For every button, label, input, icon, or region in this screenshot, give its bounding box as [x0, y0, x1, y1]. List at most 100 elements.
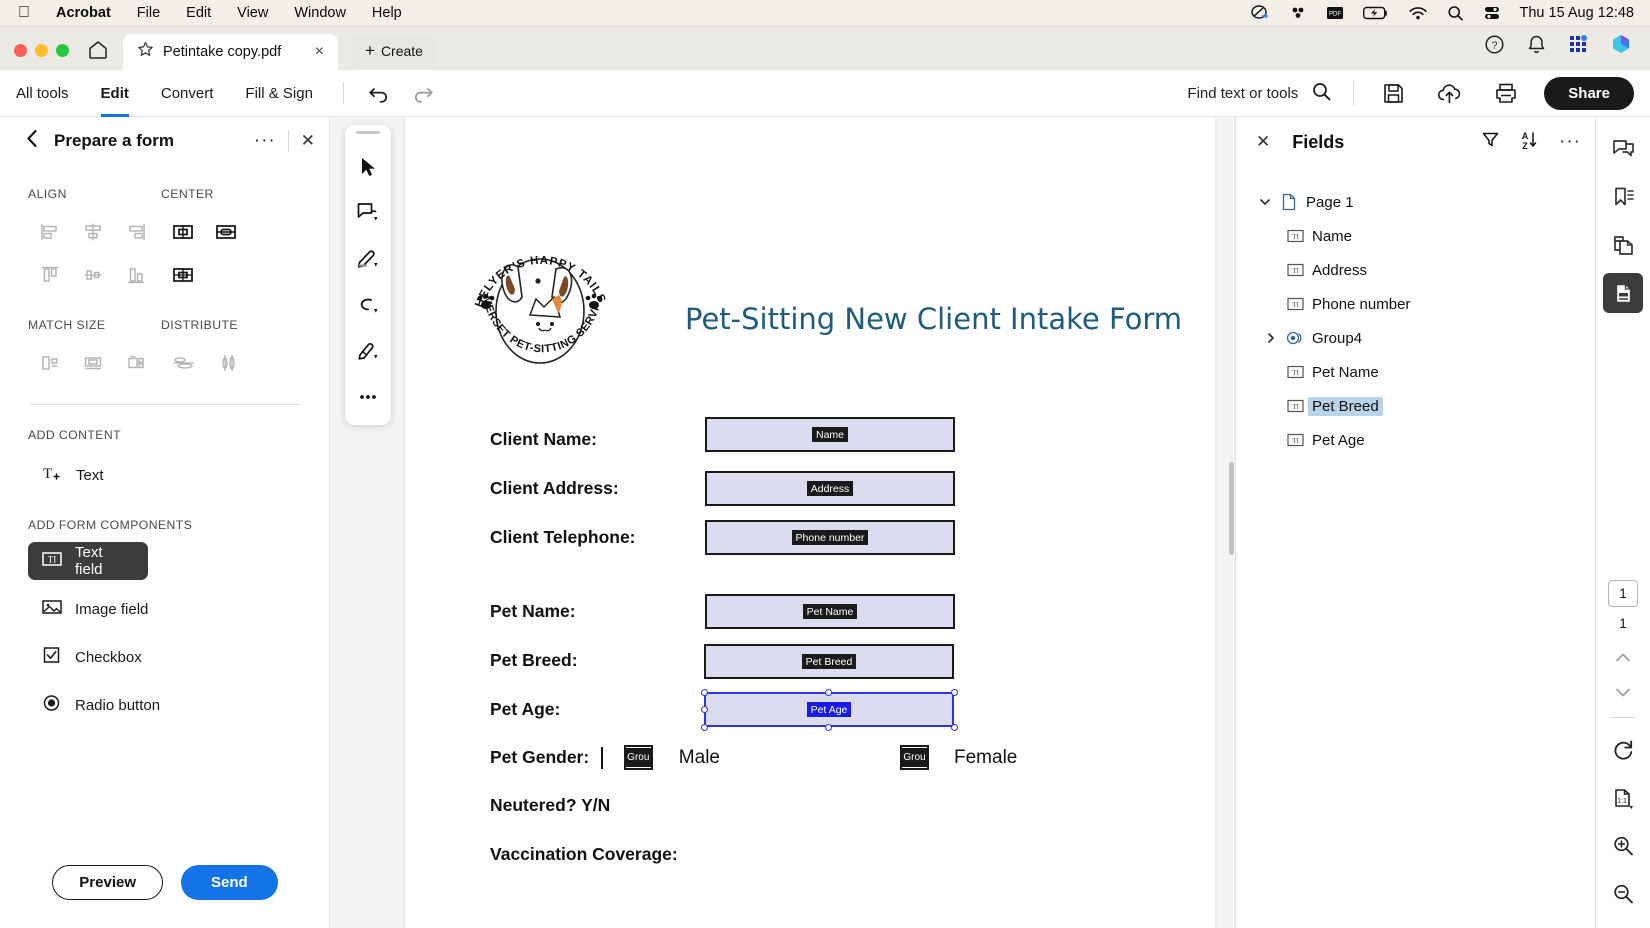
battery-charging-icon[interactable]	[1362, 6, 1389, 20]
tab-convert[interactable]: Convert	[145, 70, 230, 117]
align-middle-vertical-icon[interactable]	[71, 260, 114, 290]
add-text-button[interactable]: T Text	[28, 456, 329, 494]
align-top-icon[interactable]	[28, 260, 71, 290]
undo-icon[interactable]	[358, 84, 401, 103]
apps-grid-icon[interactable]	[1568, 34, 1588, 59]
menu-edit[interactable]: Edit	[186, 5, 211, 21]
sort-az-icon[interactable]: AZ	[1520, 130, 1539, 155]
apple-logo-icon[interactable]: 	[18, 5, 30, 21]
highlighter-pen-icon[interactable]	[348, 236, 388, 282]
help-icon[interactable]: ?	[1484, 34, 1505, 60]
resize-handle-bottom-right[interactable]	[950, 723, 958, 731]
field-name[interactable]: Name	[705, 417, 955, 452]
print-icon[interactable]	[1484, 82, 1528, 105]
menu-window[interactable]: Window	[294, 5, 346, 21]
close-panel-icon[interactable]: ✕	[301, 131, 315, 151]
resize-handle-bottom-center[interactable]	[825, 723, 832, 731]
account-avatar-icon[interactable]	[1610, 33, 1632, 60]
create-button[interactable]: + Create	[352, 36, 436, 66]
share-button[interactable]: Share	[1544, 76, 1634, 110]
tree-node-address[interactable]: TI Address	[1236, 253, 1595, 287]
fill-signature-icon[interactable]	[348, 328, 388, 374]
next-page-button[interactable]	[1605, 675, 1641, 709]
component-image-field[interactable]: Image field	[28, 590, 198, 628]
pdf-icon[interactable]: PDF	[1326, 5, 1344, 21]
align-center-horizontal-icon[interactable]	[71, 217, 114, 247]
filter-funnel-icon[interactable]	[1481, 130, 1500, 154]
rotate-clockwise-icon[interactable]	[1603, 730, 1643, 770]
tree-node-phone-number[interactable]: TI Phone number	[1236, 287, 1595, 321]
chevron-down-icon[interactable]	[1254, 196, 1276, 208]
component-radio-button[interactable]: Radio button	[28, 686, 198, 724]
fields-panel-more-icon[interactable]: ···	[1559, 131, 1581, 153]
tab-edit[interactable]: Edit	[85, 70, 145, 117]
field-phone-number[interactable]: Phone number	[705, 520, 955, 555]
match-height-icon[interactable]	[71, 348, 114, 378]
maximize-window-button[interactable]	[56, 44, 69, 57]
comment-bubble-icon[interactable]	[1603, 129, 1643, 169]
panel-more-icon[interactable]: ···	[254, 130, 276, 152]
search-icon[interactable]	[1312, 82, 1331, 105]
close-window-button[interactable]	[14, 44, 27, 57]
control-center-icon[interactable]	[1483, 5, 1501, 21]
fields-panel-scrollbar[interactable]	[1229, 477, 1234, 555]
dots-cluster-icon[interactable]	[1289, 5, 1307, 21]
resize-handle-top-left[interactable]	[700, 688, 708, 696]
home-button[interactable]	[83, 39, 119, 70]
zoom-out-icon[interactable]	[1603, 874, 1643, 914]
send-button[interactable]: Send	[181, 864, 278, 900]
menu-file[interactable]: File	[137, 5, 160, 21]
close-tab-button[interactable]: ×	[311, 43, 328, 61]
current-page-input[interactable]: 1	[1608, 580, 1638, 607]
tree-node-group4[interactable]: Group4	[1236, 321, 1595, 355]
tab-fill-sign[interactable]: Fill & Sign	[229, 70, 329, 117]
resize-handle-middle-left[interactable]	[700, 706, 708, 713]
lasso-draw-icon[interactable]	[348, 282, 388, 328]
tree-node-page-1[interactable]: Page 1	[1236, 185, 1595, 219]
distribute-vertical-icon[interactable]	[206, 348, 251, 378]
align-bottom-icon[interactable]	[114, 260, 157, 290]
center-both-icon[interactable]	[161, 260, 204, 290]
previous-page-button[interactable]	[1605, 641, 1641, 675]
resize-handle-top-center[interactable]	[825, 688, 832, 696]
component-checkbox[interactable]: Checkbox	[28, 638, 198, 676]
form-fields-panel-icon[interactable]	[1603, 273, 1643, 313]
bell-icon[interactable]	[1527, 34, 1546, 60]
distribute-horizontal-icon[interactable]	[161, 348, 206, 378]
resize-handle-top-right[interactable]	[950, 688, 958, 696]
component-text-field[interactable]: TI Text field	[28, 542, 148, 580]
chevron-right-icon[interactable]	[1260, 332, 1282, 344]
tree-node-name[interactable]: TI Name	[1236, 219, 1595, 253]
tree-node-pet-breed[interactable]: TI Pet Breed	[1236, 389, 1595, 423]
field-address[interactable]: Address	[705, 471, 955, 506]
zoom-in-icon[interactable]	[1603, 826, 1643, 866]
fit-page-icon[interactable]: 1:1	[1603, 778, 1643, 818]
back-chevron-icon[interactable]	[26, 129, 38, 154]
document-tab[interactable]: Petintake copy.pdf ×	[123, 34, 338, 70]
field-pet-name[interactable]: Pet Name	[705, 594, 955, 629]
more-tools-icon[interactable]	[348, 374, 388, 420]
tab-all-tools[interactable]: All tools	[0, 70, 85, 117]
bookmark-icon[interactable]	[1603, 177, 1643, 217]
menu-app-name[interactable]: Acrobat	[56, 5, 111, 21]
match-width-icon[interactable]	[28, 348, 71, 378]
align-right-icon[interactable]	[114, 217, 157, 247]
center-vertically-icon[interactable]	[204, 217, 247, 247]
select-cursor-icon[interactable]	[348, 144, 388, 190]
tree-node-pet-age[interactable]: TI Pet Age	[1236, 423, 1595, 457]
tree-node-pet-name[interactable]: TI Pet Name	[1236, 355, 1595, 389]
save-icon[interactable]	[1372, 82, 1415, 105]
align-left-icon[interactable]	[28, 217, 71, 247]
minimize-window-button[interactable]	[35, 44, 48, 57]
comment-box-icon[interactable]	[348, 190, 388, 236]
screen-share-icon[interactable]	[1250, 5, 1270, 21]
field-pet-age[interactable]: Pet Age	[700, 688, 958, 731]
preview-button[interactable]: Preview	[52, 864, 164, 900]
resize-handle-bottom-left[interactable]	[700, 723, 708, 731]
page-thumbnails-icon[interactable]	[1603, 225, 1643, 265]
wifi-icon[interactable]	[1408, 6, 1428, 21]
cloud-upload-icon[interactable]	[1415, 82, 1484, 105]
field-pet-breed[interactable]: Pet Breed	[704, 644, 954, 679]
rail-drag-handle[interactable]	[356, 131, 380, 134]
radio-field-female[interactable]: Grou	[900, 745, 929, 770]
